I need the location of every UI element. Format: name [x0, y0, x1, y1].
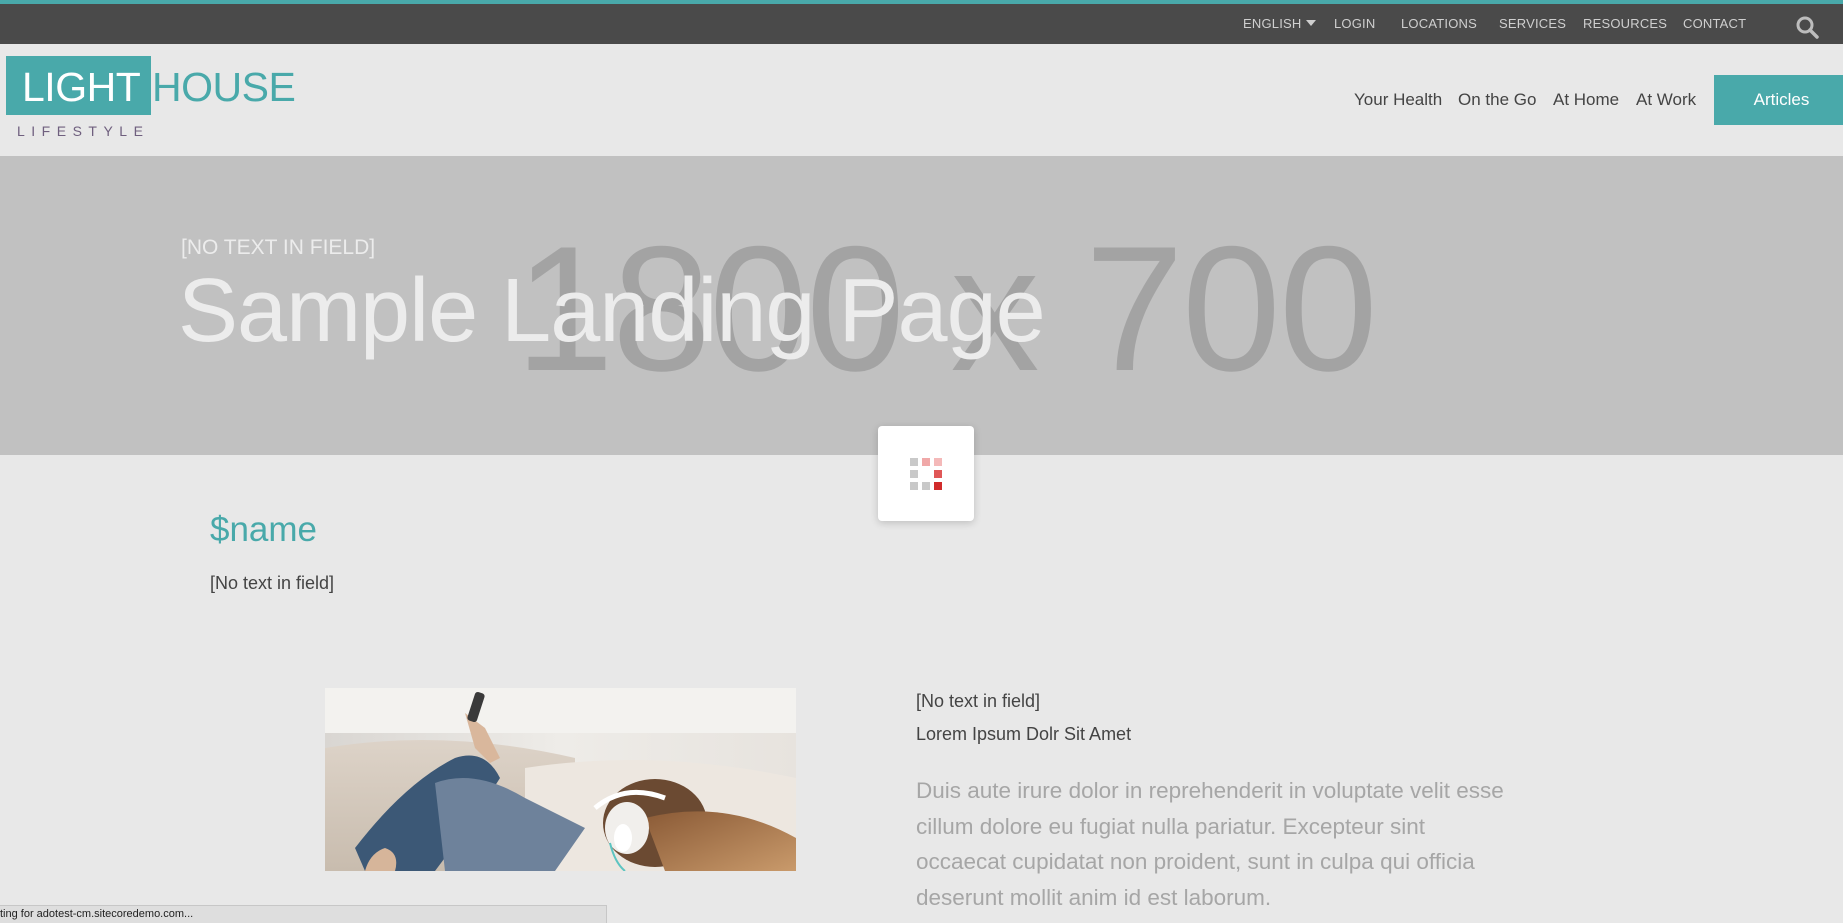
- feature-subtitle: Lorem Ipsum Dolr Sit Amet: [916, 724, 1132, 744]
- browser-status-bar: ting for adotest-cm.sitecoredemo.com...: [0, 905, 607, 923]
- section-heading: $name: [210, 510, 318, 549]
- hero-eyebrow: [NO TEXT IN FIELD]: [181, 236, 376, 259]
- nav-at-home[interactable]: At Home: [1553, 90, 1619, 110]
- nav-at-work[interactable]: At Work: [1636, 90, 1696, 110]
- contact-link[interactable]: CONTACT: [1683, 16, 1746, 31]
- locations-link[interactable]: LOCATIONS: [1401, 16, 1477, 31]
- feature-photo: [325, 688, 796, 871]
- hero-title: Sample Landing Page: [178, 261, 1046, 361]
- lighthouse-logo[interactable]: LIGHT HOUSE LIFESTYLE: [6, 56, 306, 146]
- status-text: ting for adotest-cm.sitecoredemo.com...: [0, 908, 194, 920]
- feature-body: Duis aute irure dolor in reprehenderit i…: [916, 778, 1504, 910]
- feature-label: [No text in field]: [916, 691, 1041, 711]
- logo-word-house: HOUSE: [152, 64, 296, 110]
- logo-word-light: LIGHT: [22, 64, 141, 110]
- nav-on-the-go[interactable]: On the Go: [1458, 90, 1536, 110]
- language-label: ENGLISH: [1243, 16, 1302, 31]
- search-icon[interactable]: [1795, 15, 1819, 39]
- articles-button[interactable]: Articles: [1714, 75, 1843, 125]
- language-selector[interactable]: ENGLISH: [1243, 16, 1317, 31]
- loading-grid-icon: [910, 458, 942, 490]
- section-text: [No text in field]: [210, 573, 335, 593]
- services-link[interactable]: SERVICES: [1499, 16, 1566, 31]
- caret-down-icon: [1306, 20, 1317, 26]
- nav-your-health[interactable]: Your Health: [1354, 90, 1442, 110]
- utility-bar: ENGLISH LOGIN LOCATIONS SERVICES RESOURC…: [0, 4, 1843, 44]
- loading-spinner: [878, 426, 974, 521]
- hero-banner: 1800 x 700 [NO TEXT IN FIELD] Sample Lan…: [0, 156, 1843, 455]
- logo-tagline: LIFESTYLE: [17, 123, 150, 139]
- site-header: LIGHT HOUSE LIFESTYLE Your Health On the…: [0, 44, 1843, 156]
- login-link[interactable]: LOGIN: [1334, 16, 1375, 31]
- resources-link[interactable]: RESOURCES: [1583, 16, 1667, 31]
